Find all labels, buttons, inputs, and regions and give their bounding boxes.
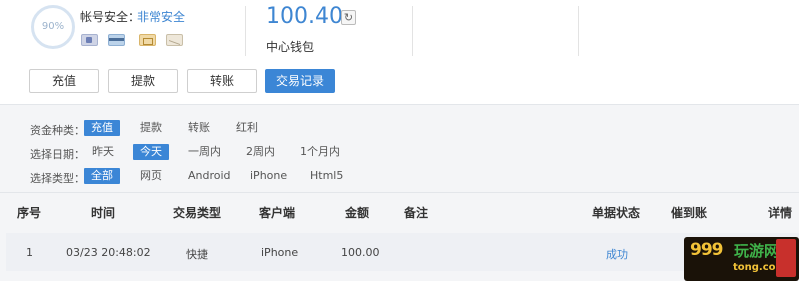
withdraw-button[interactable]: 提款 (108, 69, 178, 93)
cell-client: iPhone (261, 246, 299, 259)
security-level[interactable]: 非常安全 (137, 8, 185, 25)
filter-client-iphone[interactable]: iPhone (250, 168, 287, 184)
divider (412, 6, 413, 56)
watermark-badge (776, 239, 796, 277)
filter-client-all[interactable]: 全部 (84, 168, 120, 184)
filter-client-web[interactable]: 网页 (140, 168, 162, 184)
col-header-detail: 详情 (768, 206, 793, 220)
filter-date-month[interactable]: 1个月内 (300, 144, 340, 160)
wallet-balance: 100.40 (266, 4, 343, 29)
wallet-label: 中心钱包 (266, 40, 315, 54)
cell-status[interactable]: 成功 (606, 246, 628, 262)
cell-type: 快捷 (186, 248, 208, 261)
security-progress-text: 90% (41, 21, 65, 32)
col-header-index: 序号 (17, 206, 42, 220)
filter-date-week[interactable]: 一周内 (188, 144, 221, 160)
filter-fund-transfer[interactable]: 转账 (188, 120, 210, 136)
deposit-button[interactable]: 充值 (29, 69, 99, 93)
cell-index: 1 (26, 246, 33, 259)
divider (245, 6, 246, 56)
cell-amount: 100.00 (341, 246, 380, 259)
transaction-records-button[interactable]: 交易记录 (265, 69, 335, 93)
sim-card-icon[interactable] (139, 34, 156, 46)
filter-fund-withdraw[interactable]: 提款 (140, 120, 162, 136)
filter-date-today[interactable]: 今天 (133, 144, 169, 160)
col-header-note: 备注 (404, 206, 429, 220)
filter-fund-deposit[interactable]: 充值 (84, 120, 120, 136)
security-label: 帐号安全： (80, 10, 141, 24)
date-label: 选择日期： (30, 148, 85, 161)
filter-client-android[interactable]: Android (188, 168, 231, 184)
filter-date-2weeks[interactable]: 2周内 (246, 144, 275, 160)
col-header-type: 交易类型 (173, 206, 222, 220)
filter-fund-bonus[interactable]: 红利 (236, 120, 258, 136)
transfer-button[interactable]: 转账 (187, 69, 257, 93)
col-header-time: 时间 (91, 206, 116, 220)
cell-time: 03/23 20:48:02 (66, 246, 151, 259)
email-icon[interactable] (166, 34, 183, 46)
col-header-client: 客户端 (259, 206, 296, 220)
refresh-icon[interactable]: ↻ (341, 10, 356, 25)
fund-type-label: 资金种类： (30, 124, 85, 137)
watermark-text: 玩游网 (734, 242, 780, 260)
id-card-icon[interactable] (81, 34, 98, 46)
divider (0, 192, 799, 193)
divider (578, 6, 579, 56)
col-header-amount: 金额 (345, 206, 370, 220)
col-header-status: 单据状态 (592, 206, 641, 220)
watermark-text: 999 (690, 240, 723, 260)
col-header-urge: 催到账 (671, 206, 708, 220)
bank-card-icon[interactable] (108, 34, 125, 46)
client-type-label: 选择类型： (30, 172, 85, 185)
filter-client-html5[interactable]: Html5 (310, 168, 343, 184)
filter-date-yesterday[interactable]: 昨天 (92, 144, 114, 160)
